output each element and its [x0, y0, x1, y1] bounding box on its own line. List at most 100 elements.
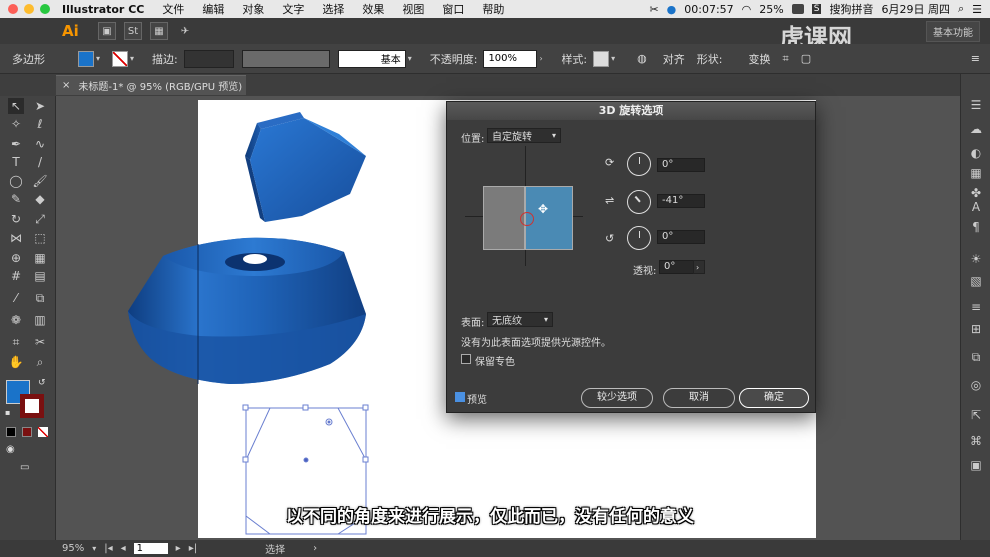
wifi-icon[interactable]: ◠ [742, 3, 752, 16]
prev-artboard-button[interactable]: ◂ [121, 543, 126, 554]
isolate-icon[interactable]: ▢ [801, 52, 811, 65]
stroke-swatch[interactable] [112, 50, 128, 67]
x-rotation-field[interactable]: 0° [657, 158, 705, 172]
align-link[interactable]: 对齐 [663, 51, 685, 67]
perspective-label: 透视: [633, 266, 657, 277]
cube-left-face[interactable] [483, 186, 525, 250]
rotation-track-cube[interactable]: ✥ [465, 146, 583, 266]
menu-app-name[interactable]: Illustrator CC [50, 3, 153, 16]
panel-menu-icon[interactable]: ≡ [971, 52, 980, 65]
x-rotation-dial[interactable] [627, 152, 651, 176]
ok-button[interactable]: 确定 [739, 388, 809, 408]
chevron-down-icon[interactable]: ▾ [92, 544, 96, 553]
selection-type-label: 多边形 [12, 52, 45, 66]
character-icon[interactable]: A [969, 200, 983, 214]
perspective-slider-toggle[interactable]: › [693, 260, 705, 274]
transform-anchor-icon[interactable]: ⌗ [782, 52, 788, 66]
scissors-icon[interactable]: ✂ [649, 3, 658, 16]
stroke-style-field[interactable]: 基本 [337, 49, 406, 68]
opacity-label: 不透明度: [429, 52, 478, 66]
menu-view[interactable]: 视图 [393, 1, 433, 17]
color-guide-icon[interactable]: ◐ [969, 146, 983, 160]
ime-icon[interactable]: S [811, 4, 822, 14]
dialog-title[interactable]: 3D 旋转选项 [447, 102, 815, 120]
gradient-panel-icon[interactable]: ▧ [969, 274, 983, 288]
surface-note: 没有为此表面选项提供光源控件。 [461, 338, 611, 349]
search-icon[interactable]: ⌕ [958, 2, 964, 16]
surface-select[interactable]: 无底纹 ▾ [487, 312, 553, 327]
chevron-down-icon[interactable]: ▾ [130, 54, 140, 64]
stroke-weight-field[interactable] [183, 49, 234, 68]
fill-swatch[interactable] [78, 50, 94, 67]
gpu-icon[interactable]: ✈ [176, 22, 194, 40]
y-rotation-field[interactable]: -41° [657, 194, 705, 208]
menu-edit[interactable]: 编辑 [193, 1, 233, 17]
fewer-options-button[interactable]: 较少选项 [581, 388, 653, 408]
properties-icon[interactable]: ☰ [969, 98, 983, 112]
export-icon[interactable]: ⇱ [969, 408, 983, 422]
libraries-icon[interactable]: ☁ [969, 122, 983, 136]
z-rotation-dial[interactable] [627, 226, 651, 250]
align-panel-icon[interactable]: ≡ [969, 300, 983, 314]
page-field[interactable]: 1 [133, 543, 168, 554]
recording-icon[interactable]: ● [667, 3, 677, 16]
variable-width-field[interactable] [241, 49, 330, 68]
x-axis-icon: ⟳ [605, 156, 615, 169]
chevron-down-icon[interactable]: ▾ [611, 54, 621, 64]
pathfinder-icon[interactable]: ⧉ [969, 350, 983, 364]
perspective-field[interactable]: 0° [659, 260, 695, 274]
menu-window[interactable]: 窗口 [433, 1, 473, 17]
battery-icon[interactable] [791, 4, 804, 14]
chevron-down-icon[interactable]: ▾ [96, 54, 106, 64]
3d-rotate-dialog: 3D 旋转选项 位置: 自定旋转 ▾ ✥ ⟳ 0° ⇌ -41° ↺ 0° 透视:… [446, 101, 816, 413]
chevron-right-icon[interactable]: › [539, 54, 549, 64]
ime-text[interactable]: 搜狗拼音 [829, 1, 873, 17]
control-bar: 多边形 ▾ ▾ 描边: 基本 ▾ 不透明度: 100% › 样式: ▾ ◍ 对齐… [0, 44, 990, 74]
chevron-down-icon[interactable]: ▾ [408, 54, 418, 64]
zoom-field[interactable]: 95% [62, 543, 84, 554]
swatches-icon[interactable]: ▦ [969, 166, 983, 180]
menu-object[interactable]: 对象 [233, 1, 273, 17]
last-artboard-button[interactable]: ▸| [189, 543, 197, 554]
cancel-button[interactable]: 取消 [663, 388, 735, 408]
shape-link[interactable]: 形状: [697, 51, 723, 67]
transform-panel-icon[interactable]: ⊞ [969, 322, 983, 336]
minimize-window-button[interactable] [24, 4, 34, 14]
stock-button[interactable]: St [124, 22, 142, 40]
y-rotation-dial[interactable] [627, 190, 651, 214]
battery-text: 25% [759, 2, 784, 16]
next-artboard-button[interactable]: ▸ [176, 543, 181, 554]
paragraph-icon[interactable]: ¶ [969, 220, 983, 234]
appearance-icon[interactable]: ☀ [969, 252, 983, 266]
position-select[interactable]: 自定旋转 ▾ [487, 128, 561, 143]
menu-file[interactable]: 文件 [153, 1, 193, 17]
transform-link[interactable]: 变换 [748, 51, 770, 67]
menu-effect[interactable]: 效果 [353, 1, 393, 17]
menu-help[interactable]: 帮助 [473, 1, 513, 17]
artboards-icon[interactable]: ▣ [969, 458, 983, 472]
menu-type[interactable]: 文字 [273, 1, 313, 17]
preserve-spot-checkbox[interactable] [461, 354, 471, 364]
close-window-button[interactable] [8, 4, 18, 14]
status-bar: 95% ▾ |◂ ◂ 1 ▸ ▸| 选择 › [0, 540, 990, 557]
menu-list-icon[interactable]: ☰ [972, 3, 982, 16]
symbols-icon[interactable]: ✤ [969, 186, 983, 200]
bridge-button[interactable]: ▣ [98, 22, 116, 40]
maximize-window-button[interactable] [40, 4, 50, 14]
close-icon[interactable]: × [62, 80, 70, 91]
ring-solid-3d[interactable] [128, 237, 366, 384]
layers-icon[interactable]: ◎ [969, 378, 983, 392]
recolor-icon[interactable]: ◍ [637, 52, 647, 65]
graphic-style-swatch[interactable] [593, 50, 610, 67]
document-tab[interactable]: × 未标题-1* @ 95% (RGB/GPU 预览) [56, 75, 246, 95]
preview-checkbox[interactable] [455, 392, 465, 402]
z-rotation-field[interactable]: 0° [657, 230, 705, 244]
ai-logo: Ai [62, 22, 79, 40]
menu-select[interactable]: 选择 [313, 1, 353, 17]
links-icon[interactable]: ⌘ [969, 434, 983, 448]
first-artboard-button[interactable]: |◂ [104, 543, 112, 554]
opacity-field[interactable]: 100% [483, 49, 538, 68]
hexagon-prism-3d[interactable] [245, 112, 366, 222]
arrange-documents-button[interactable]: ▦ [150, 22, 168, 40]
chevron-right-icon[interactable]: › [313, 543, 317, 554]
